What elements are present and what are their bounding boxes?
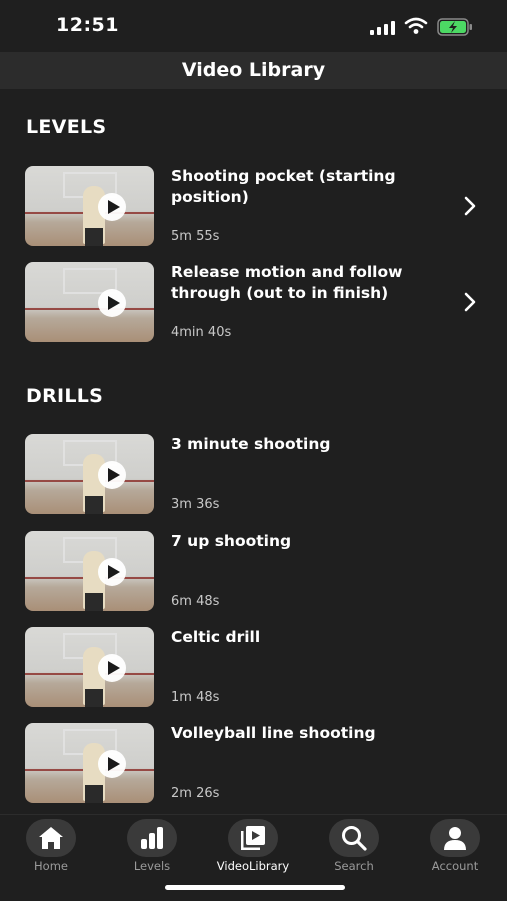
chevron-right-icon[interactable] [461,292,479,312]
tab-label: Levels [133,859,171,873]
play-icon[interactable] [98,654,126,682]
video-duration: 3m 36s [171,497,220,512]
video-thumbnail[interactable] [25,531,154,611]
video-duration: 5m 55s [171,229,220,244]
home-indicator[interactable] [165,885,345,890]
video-thumbnail[interactable] [25,723,154,803]
page-title: Video Library [181,59,326,81]
video-title: 3 minute shooting [171,435,331,453]
tab-levels[interactable]: Levels [104,819,200,879]
status-time: 12:51 [56,14,119,36]
video-duration: 1m 48s [171,690,220,705]
video-library-icon [241,826,265,850]
tab-account[interactable]: Account [407,819,503,879]
section-heading-drills: DRILLS [26,385,104,407]
video-row[interactable]: 3 minute shooting 3m 36s [0,434,507,516]
video-row[interactable]: 7 up shooting 6m 48s [0,531,507,613]
account-icon [444,827,466,850]
wifi-icon [404,17,428,34]
video-title: Volleyball line shooting [171,724,376,742]
video-row[interactable]: Volleyball line shooting 2m 26s [0,723,507,805]
cellular-signal-icon [370,21,395,35]
video-title: Release motion and follow through (out t… [171,263,403,302]
battery-charging-icon [437,18,472,36]
video-title: Shooting pocket (starting position) [171,167,396,206]
tab-label: VideoLibrary [216,859,290,873]
search-icon [342,826,367,851]
video-thumbnail[interactable] [25,166,154,246]
tab-video-library[interactable]: VideoLibrary [205,819,301,879]
play-icon[interactable] [98,750,126,778]
play-icon[interactable] [98,289,126,317]
tab-search[interactable]: Search [306,819,402,879]
video-title: Celtic drill [171,628,261,646]
tab-label: Home [34,859,68,873]
tab-label: Search [334,859,374,873]
video-thumbnail[interactable] [25,627,154,707]
chevron-right-icon[interactable] [461,196,479,216]
video-row[interactable]: Release motion and follow through (out t… [0,262,507,344]
video-thumbnail[interactable] [25,434,154,514]
navigation-bar: Video Library [0,52,507,89]
video-row[interactable]: Shooting pocket (starting position) 5m 5… [0,166,507,248]
video-row[interactable]: Celtic drill 1m 48s [0,627,507,709]
video-thumbnail[interactable] [25,262,154,342]
play-icon[interactable] [98,461,126,489]
tab-label: Account [431,859,479,873]
status-bar: 12:51 [0,0,507,52]
section-heading-levels: LEVELS [26,116,107,138]
tab-home[interactable]: Home [3,819,99,879]
video-duration: 6m 48s [171,594,220,609]
play-icon[interactable] [98,193,126,221]
video-title: 7 up shooting [171,532,292,550]
home-icon [39,827,63,849]
play-icon[interactable] [98,558,126,586]
bar-chart-icon [141,827,163,849]
video-duration: 4min 40s [171,325,232,340]
video-duration: 2m 26s [171,786,220,801]
